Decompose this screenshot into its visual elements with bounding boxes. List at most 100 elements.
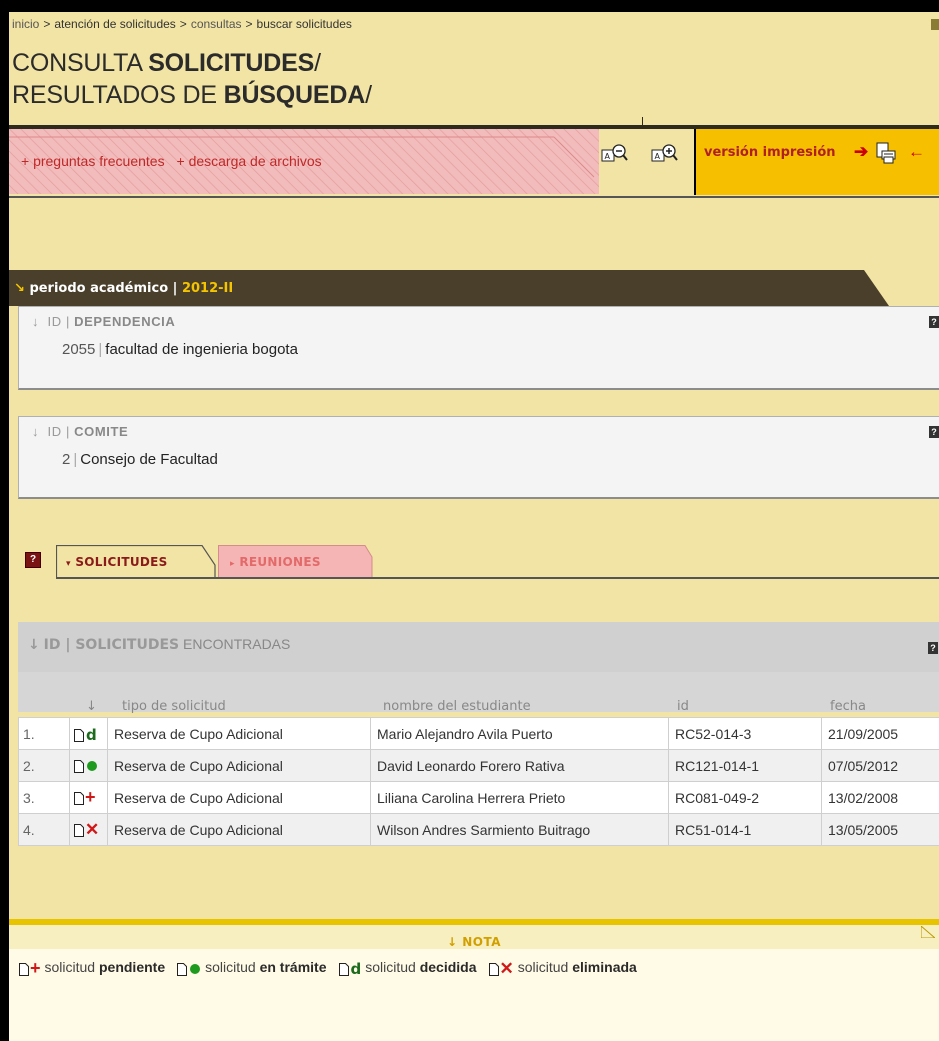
status-pendiente-icon: + xyxy=(19,959,41,977)
link-bar: + preguntas frecuentes + descarga de arc… xyxy=(9,129,939,199)
table-row[interactable]: 2. Reserva de Cupo Adicional David Leonard… xyxy=(18,749,939,782)
dependencia-panel: ↓ ID | DEPENDENCIA ? 2055 | facultad de in… xyxy=(18,306,939,390)
status-decidida-icon: d xyxy=(338,960,361,978)
faq-link[interactable]: + preguntas frecuentes xyxy=(21,153,165,169)
comite-header-label: COMITE xyxy=(74,424,129,439)
dependencia-name: facultad de ingenieria bogota xyxy=(105,341,298,358)
row-id: RC51-014-1 xyxy=(668,813,822,846)
legend-status: decidida xyxy=(419,959,477,975)
table-row[interactable]: 1. d Reserva de Cupo Adicional Mario Alejan… xyxy=(18,717,939,750)
row-number: 2. xyxy=(18,749,70,782)
title-slash: / xyxy=(365,81,372,109)
zoom-out-icon[interactable]: A xyxy=(601,143,629,165)
status-decidida-icon[interactable]: d xyxy=(69,717,108,750)
arrow-right-icon: ➔ xyxy=(854,142,869,161)
row-id: RC081-049-2 xyxy=(668,781,822,814)
legend-status: pendiente xyxy=(98,959,166,975)
print-version-button[interactable]: versión impresión ➔ ← xyxy=(694,129,939,195)
period-arrow-icon: ↘ xyxy=(14,281,25,296)
tab-reuniones-label: REUNIONES xyxy=(239,555,321,569)
status-eliminada-icon[interactable]: ✕ xyxy=(69,813,108,846)
row-fecha: 13/02/2008 xyxy=(821,781,939,814)
status-eliminada-icon: ✕ xyxy=(488,960,514,977)
col-id[interactable]: id xyxy=(677,699,689,714)
help-icon[interactable]: ? xyxy=(25,552,41,568)
dependencia-header-label: DEPENDENCIA xyxy=(74,314,176,329)
breadcrumb-separator: > xyxy=(43,17,51,31)
value-separator: | xyxy=(73,451,78,468)
col-tipo[interactable]: tipo de solicitud xyxy=(122,699,226,714)
window-frame-left xyxy=(0,0,9,1041)
comite-header: ↓ ID | COMITE xyxy=(32,424,128,439)
downloads-link[interactable]: + descarga de archivos xyxy=(177,153,322,169)
note-title: ↓ NOTA xyxy=(9,925,939,949)
legend-prefix: solicitud xyxy=(517,959,573,975)
period-value: 2012-II xyxy=(181,281,234,296)
print-version-label: versión impresión xyxy=(704,145,836,160)
row-tipo[interactable]: Reserva de Cupo Adicional xyxy=(107,813,371,846)
sort-arrow-icon[interactable]: ↓ xyxy=(32,314,39,329)
legend-prefix: solicitud xyxy=(205,959,260,975)
results-header-rest: ENCONTRADAS xyxy=(179,636,291,652)
chevron-down-icon: ▾ xyxy=(66,559,71,569)
breadcrumb-buscar: buscar solicitudes xyxy=(256,17,352,31)
dependencia-value: 2055 | facultad de ingenieria bogota xyxy=(62,341,298,358)
breadcrumb-atencion[interactable]: atención de solicitudes xyxy=(54,17,175,31)
page: inicio > atención de solicitudes > consultas… xyxy=(9,12,939,1041)
row-tipo[interactable]: Reserva de Cupo Adicional xyxy=(107,781,371,814)
sort-arrow-icon[interactable]: ↓ xyxy=(28,637,40,653)
results-header: ↓ ID | SOLICITUDES ENCONTRADAS ? xyxy=(18,622,939,672)
title-slash: / xyxy=(314,49,321,77)
row-fecha: 21/09/2005 xyxy=(821,717,939,750)
help-icon[interactable]: ? xyxy=(929,426,939,438)
row-tipo[interactable]: Reserva de Cupo Adicional xyxy=(107,717,371,750)
row-id: RC52-014-3 xyxy=(668,717,822,750)
note-section: ↓ NOTA + solicitud pendiente solicitud en … xyxy=(9,907,939,1041)
row-nombre: David Leonardo Forero Rativa xyxy=(370,749,669,782)
tab-reuniones[interactable]: ▸ REUNIONES xyxy=(218,545,373,578)
sort-arrow-icon[interactable]: ↓ xyxy=(32,424,39,439)
table-row[interactable]: 4. ✕ Reserva de Cupo Adicional Wilson Andre… xyxy=(18,813,939,846)
note-title-text: NOTA xyxy=(462,935,502,949)
breadcrumb-consultas[interactable]: consultas xyxy=(191,17,242,31)
row-tipo[interactable]: Reserva de Cupo Adicional xyxy=(107,749,371,782)
row-number: 3. xyxy=(18,781,70,814)
sort-arrow-icon: ↓ xyxy=(446,935,458,949)
link-bar-rule xyxy=(9,196,939,198)
comite-id: 2 xyxy=(62,451,71,468)
breadcrumb: inicio > atención de solicitudes > consultas… xyxy=(12,17,352,31)
legend-item-pendiente: + solicitud pendiente xyxy=(19,959,166,977)
dependencia-header-id: ID | xyxy=(47,314,75,329)
print-icon[interactable] xyxy=(874,141,898,170)
comite-header-id: ID | xyxy=(47,424,75,439)
status-tramite-icon[interactable] xyxy=(69,749,108,782)
help-icon[interactable]: ? xyxy=(928,642,938,654)
dependencia-header: ↓ ID | DEPENDENCIA xyxy=(32,314,175,329)
status-pendiente-icon[interactable]: + xyxy=(69,781,108,814)
comite-panel: ↓ ID | COMITE ? 2 | Consejo de Facultad xyxy=(18,416,939,499)
tab-solicitudes[interactable]: ▾ SOLICITUDES xyxy=(56,545,216,578)
legend-prefix: solicitud xyxy=(365,959,420,975)
help-icon[interactable]: ? xyxy=(929,316,939,328)
row-number: 1. xyxy=(18,717,70,750)
comite-value: 2 | Consejo de Facultad xyxy=(62,451,218,468)
table-row[interactable]: 3. + Reserva de Cupo Adicional Liliana Caro… xyxy=(18,781,939,814)
row-number: 4. xyxy=(18,813,70,846)
tabs-rule xyxy=(56,577,939,579)
value-separator: | xyxy=(98,341,103,358)
row-id: RC121-014-1 xyxy=(668,749,822,782)
svg-text:A: A xyxy=(605,152,611,161)
row-nombre: Wilson Andres Sarmiento Buitrago xyxy=(370,813,669,846)
results-header-label: SOLICITUDES xyxy=(75,637,180,653)
breadcrumb-separator: > xyxy=(245,17,253,31)
sort-arrow-icon[interactable]: ↓ xyxy=(86,699,97,714)
row-nombre: Liliana Carolina Herrera Prieto xyxy=(370,781,669,814)
col-nombre[interactable]: nombre del estudiante xyxy=(383,699,531,714)
tab-bar: ? ▾ SOLICITUDES ▸ REUNIONES xyxy=(9,542,939,582)
breadcrumb-inicio[interactable]: inicio xyxy=(12,17,39,31)
fold-corner-icon xyxy=(920,924,937,943)
links-panel: + preguntas frecuentes + descarga de arc… xyxy=(9,129,599,194)
zoom-in-icon[interactable]: A xyxy=(651,143,679,165)
row-fecha: 13/05/2005 xyxy=(821,813,939,846)
col-fecha[interactable]: fecha xyxy=(830,699,866,714)
